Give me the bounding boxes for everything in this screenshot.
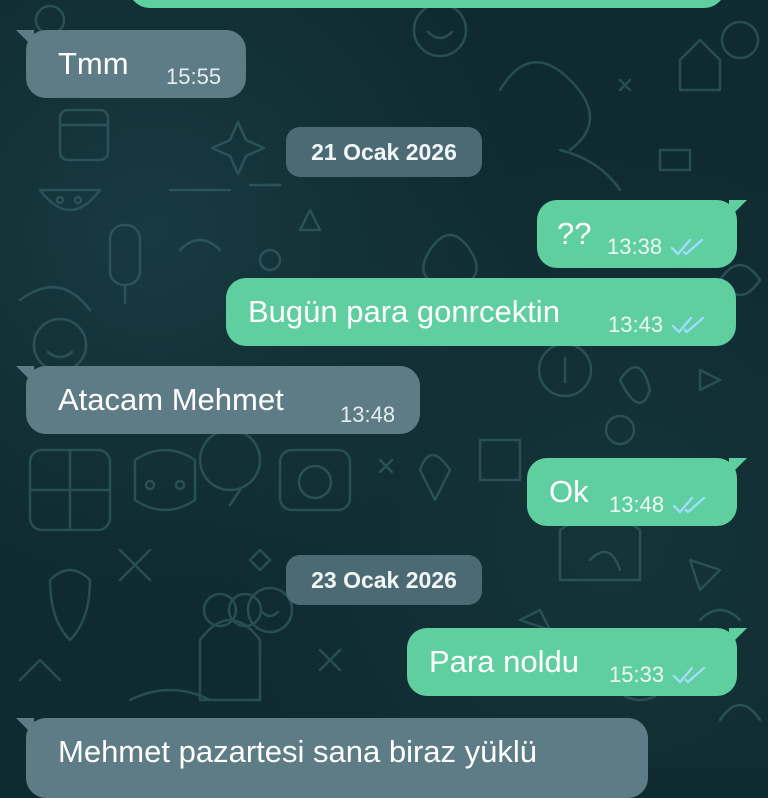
double-check-icon [672, 496, 706, 514]
message-text: Atacam Mehmet [58, 382, 284, 417]
message-text: Mehmet pazartesi sana biraz yüklü [58, 734, 538, 769]
message-meta: 15:55 [166, 66, 221, 88]
message-text: ?? [557, 216, 592, 251]
outgoing-message[interactable]: Ok 13:48 [527, 458, 747, 526]
message-text: Para noldu [429, 644, 579, 679]
double-check-icon [672, 666, 706, 684]
message-time: 15:55 [166, 64, 222, 89]
outgoing-message[interactable]: Bugün para gonrcektin 13:43 [226, 278, 736, 346]
message-meta: 13:48 [340, 404, 395, 426]
message-meta: 15:33 [609, 664, 706, 686]
date-separator: 21 Ocak 2026 [286, 127, 482, 177]
incoming-message[interactable]: Tmm 15:55 [16, 30, 246, 98]
message-time: 13:48 [340, 402, 396, 427]
date-separator-label: 21 Ocak 2026 [311, 138, 457, 165]
outgoing-message[interactable]: ?? 13:38 [537, 200, 747, 268]
incoming-message[interactable]: Atacam Mehmet 13:48 [16, 366, 420, 434]
message-time: 13:48 [609, 492, 665, 517]
outgoing-message[interactable]: Para noldu 15:33 [407, 628, 747, 696]
previous-outgoing-message-bubble[interactable] [128, 0, 726, 8]
message-time: 15:33 [609, 662, 665, 687]
message-meta: 13:38 [607, 236, 704, 258]
date-separator-label: 23 Ocak 2026 [311, 566, 457, 593]
date-separator: 23 Ocak 2026 [286, 555, 482, 605]
incoming-message[interactable]: Mehmet pazartesi sana biraz yüklü [16, 718, 648, 798]
message-time: 13:43 [608, 312, 664, 337]
message-text: Bugün para gonrcektin [248, 294, 560, 329]
message-meta: 13:43 [608, 314, 705, 336]
double-check-icon [670, 238, 704, 256]
message-text: Tmm [58, 46, 129, 81]
message-text: Ok [549, 474, 589, 509]
message-meta: 13:48 [609, 494, 706, 516]
message-time: 13:38 [607, 234, 663, 259]
double-check-icon [671, 316, 705, 334]
